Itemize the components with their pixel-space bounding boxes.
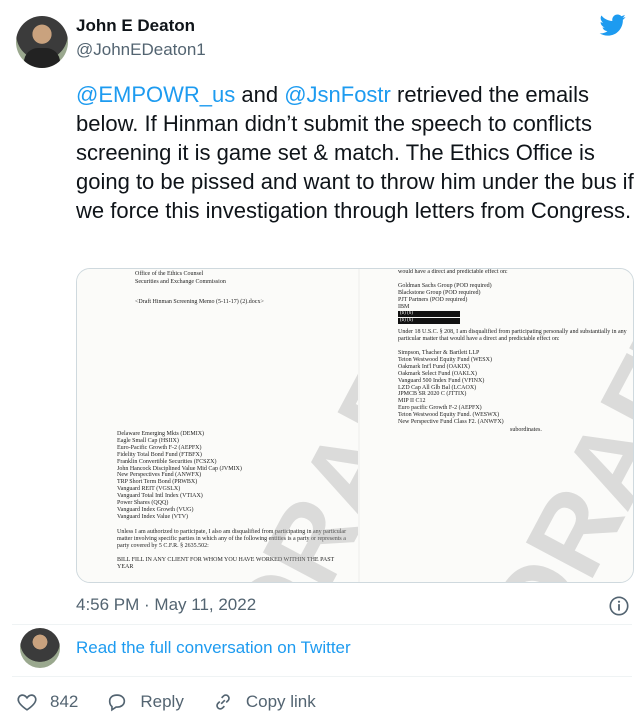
doc-header-line: Securities and Exchange Commission	[135, 279, 226, 285]
redaction-label: (b) (6)	[400, 311, 413, 316]
doc-subject: <Draft Hinman Screening Memo (5-11-17) (…	[135, 299, 264, 305]
mention-empowr[interactable]: @EMPOWR_us	[76, 82, 235, 107]
reply-icon	[109, 694, 126, 712]
doc-list-item: Oakmark Int'l Fund (OAKIX)	[398, 363, 470, 370]
doc-list-item: Blackstone Group (POD required)	[398, 290, 481, 296]
read-conversation-link[interactable]: Read the full conversation on Twitter	[76, 638, 351, 658]
doc-list-item: Vanguard Index Growth (VUG)	[117, 506, 194, 513]
divider	[12, 676, 632, 677]
doc-list-item: John Hancock Disciplined Value Mid Cap (…	[117, 465, 242, 472]
doc-list-item: Vanguard 500 Index Fund (VFINX)	[398, 377, 485, 384]
doc-list-item: Vanguard REIT (VGSLX)	[117, 486, 181, 493]
doc-list-item: Oakmark Select Fund (OAKLX)	[398, 370, 477, 377]
reply-label: Reply	[140, 692, 184, 711]
like-button[interactable]: 842	[16, 691, 78, 713]
conversation-avatar[interactable]	[20, 628, 60, 668]
timestamp-separator: ·	[139, 595, 155, 614]
doc-list-item: JPMCB SR 2020 C (JTTIX)	[398, 391, 467, 398]
tweet-media[interactable]: Office of the Ethics Counsel Securities …	[76, 268, 634, 583]
tweet-card: John E Deaton @JohnEDeaton1 @EMPOWR_us a…	[0, 0, 644, 723]
copy-link-label: Copy link	[245, 692, 316, 711]
heart-icon	[17, 694, 37, 711]
doc-list-item: TRP Short Term Bond (PRWBX)	[117, 479, 198, 486]
doc-paragraph-line: party covered by 5 C.F.R. § 2635.502:	[117, 543, 209, 549]
doc-list-item: Teton Westwood Equity Fund. (WESWX)	[398, 412, 500, 419]
link-icon	[216, 694, 230, 710]
doc-list-item: New Perspectives Fund (ANWFX)	[117, 472, 202, 479]
doc-list-item: Franklin Convertible Securities (FCSZX)	[117, 458, 217, 465]
doc-list-item: Fidelity Total Bond Fund (FTBFX)	[117, 451, 202, 458]
doc-list-item: Simpson, Thacher & Bartlett LLP	[398, 350, 480, 356]
doc-list-item: IBM	[398, 304, 410, 310]
doc-list-item: Teton Westwood Equity Fund (WESX)	[398, 356, 492, 363]
doc-list-item: Goldman Sachs Group (POD required)	[398, 283, 492, 289]
doc-list-item: LZD Cap All Glb Bal (LCAOX)	[398, 384, 477, 391]
doc-tail-line: subordinates.	[510, 427, 542, 433]
doc-fill-line: YEAR	[117, 564, 134, 570]
tweet-actions: 842 Reply Copy link	[16, 690, 344, 714]
document-page-right: would have a direct and predictable effe…	[360, 269, 633, 582]
doc-list-item: Vanguard Index Value (VTV)	[117, 513, 189, 520]
doc-list-item: Delaware Emerging Mkts (DEMIX)	[117, 431, 205, 437]
tweet-header: John E Deaton @JohnEDeaton1	[12, 10, 632, 70]
document-page-left: Office of the Ethics Counsel Securities …	[77, 269, 358, 582]
doc-list-item: Euro pacific Growth F-2 (AEPFX)	[398, 405, 482, 412]
tweet-text-and: and	[235, 82, 285, 107]
copy-link-button[interactable]: Copy link	[212, 691, 316, 713]
doc-paragraph-line: particular matter that would have a dire…	[398, 336, 560, 342]
divider	[12, 624, 632, 625]
tweet-time: 4:56 PM	[76, 595, 140, 614]
redaction-label: (b) (6)	[400, 318, 413, 323]
draft-watermark: DRAFT	[464, 279, 633, 582]
author-avatar[interactable]	[16, 16, 68, 68]
author-name[interactable]: John E Deaton	[76, 16, 195, 36]
doc-list-item: PJT Partners (POD required)	[398, 297, 468, 303]
doc-list-item: Power Shares (QQQ)	[117, 500, 169, 506]
doc-header-line: Office of the Ethics Counsel	[135, 271, 204, 277]
avatar-shirt	[24, 48, 60, 68]
tweet-timestamp[interactable]: 4:56 PM · May 11, 2022	[76, 595, 256, 615]
mention-jsnfostr[interactable]: @JsnFostr	[284, 82, 391, 107]
tweet-body: @EMPOWR_us and @JsnFostr retrieved the e…	[76, 80, 636, 225]
reply-button[interactable]: Reply	[106, 691, 184, 713]
tweet-date: May 11, 2022	[154, 595, 257, 614]
doc-line: would have a direct and predictable effe…	[398, 269, 508, 275]
doc-list-item: Eagle Small Cap (HSIIX)	[117, 437, 179, 444]
info-icon[interactable]	[608, 595, 630, 617]
like-count: 842	[50, 692, 79, 711]
doc-list-item: New Perspective Fund Class F2. (ANWFX)	[398, 419, 504, 425]
doc-list-item: Vanguard Total Intl Index (VTIAX)	[117, 493, 203, 500]
author-handle[interactable]: @JohnEDeaton1	[76, 40, 206, 60]
doc-list-item: Euro-Pacific Growth F-2 (AEPFX)	[117, 444, 202, 451]
doc-paragraph-line: Under 18 U.S.C. § 208, I am disqualified…	[398, 329, 627, 335]
doc-list-item: MIP II C12	[398, 398, 426, 405]
twitter-bird-icon[interactable]	[598, 12, 628, 38]
